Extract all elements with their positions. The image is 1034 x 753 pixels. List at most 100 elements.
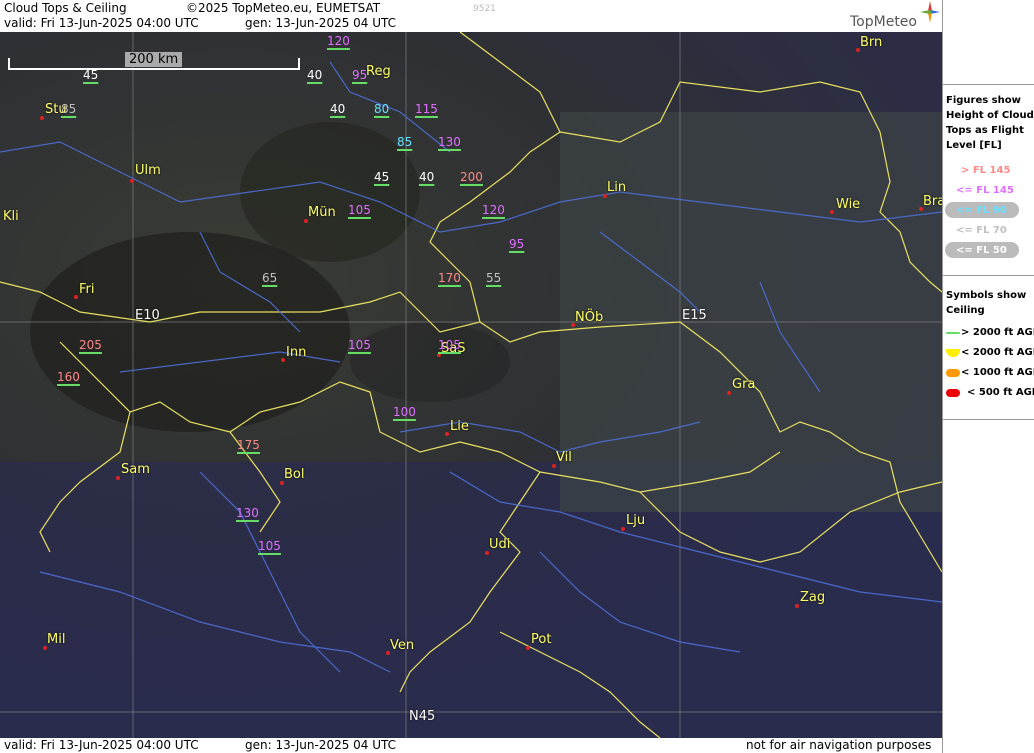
city-label: Sam [121,462,150,477]
legend-text: Level [FL] [946,140,1002,151]
city-label: Lie [450,419,469,434]
flight-level-label: 100 [393,405,416,419]
flight-level-label: 205 [79,338,102,352]
legend-symbol: < 1000 ft AGL [961,367,1034,378]
legend-level: <= FL 90 [956,205,1007,216]
city-label: NÖb [575,310,604,325]
legend-level: <= FL 50 [956,245,1007,256]
city-label: Bra [923,194,942,209]
city-label: Ven [390,638,415,653]
city-label: Inn [286,345,307,360]
topmeteo-logo: TopMeteo [850,14,917,30]
copyright: ©2025 TopMeteo.eu, EUMETSAT [186,1,381,15]
footer-gen: gen: 13-Jun-2025 04 UTC [245,738,397,752]
flight-level-label: 105 [258,539,281,553]
flight-level-label: 85 [397,135,413,149]
flight-level-label: 40 [330,102,346,116]
ceiling-symbol-icon [946,369,960,377]
grid-label-e10: E10 [135,308,160,323]
flight-level-label: 105 [348,203,371,217]
city-label: Mün [308,205,336,220]
footer: valid: Fri 13-Jun-2025 04:00 UTC gen: 13… [0,738,942,753]
legend-text: Figures show [946,95,1021,106]
flight-level-label: 105 [438,338,461,352]
grid-label-n45: N45 [409,709,436,724]
legend-symbol: > 2000 ft AGL [961,327,1034,338]
city-label: Pot [531,632,552,647]
flight-level-label: 45 [83,68,99,82]
flight-level-label: 175 [237,438,260,452]
flight-level-label: 160 [57,370,80,384]
legend-text: Symbols show [946,290,1027,301]
city-label: Gra [732,377,756,392]
flight-level-label: 115 [415,102,438,116]
flight-level-label: 105 [348,338,371,352]
flight-level-label: 65 [262,271,278,285]
city-label: Reg [366,64,391,79]
city-label: Fri [79,282,95,297]
flight-level-label: 120 [482,203,505,217]
city-label: Zag [800,590,826,605]
city-marker [130,179,134,183]
flight-level-label: 200 [460,170,483,184]
city-marker [526,646,530,650]
flight-level-label: 130 [236,506,259,520]
legend-level: > FL 145 [961,165,1011,176]
ceiling-symbol-icon [946,349,960,357]
ceiling-symbol-icon [946,389,960,397]
city-marker [830,210,834,214]
header: Cloud Tops & Ceiling ©2025 TopMeteo.eu, … [0,0,942,32]
city-marker [445,432,449,436]
map-background [0,32,942,738]
city-label: Ulm [135,163,161,178]
city-marker [795,604,799,608]
city-label: Mil [47,632,66,647]
legend-level: <= FL 145 [956,185,1014,196]
grid-label-e15: E15 [682,308,707,323]
satellite-map[interactable]: 200 km E10 E15 N45 Brn Reg Stu Ulm Kli M… [0,32,942,738]
figures-legend: Figures show Height of Cloud Tops as Fli… [943,84,1034,275]
legend-text: Tops as Flight [946,125,1024,136]
symbols-legend: Symbols show Ceiling > 2000 ft AGL < 200… [943,275,1034,420]
compass-logo-icon [920,1,940,26]
city-marker [621,527,625,531]
flight-level-label: 80 [374,102,390,116]
city-label: Wie [836,197,861,212]
flight-level-label: 40 [419,170,435,184]
city-marker [74,295,78,299]
flight-level-label: 170 [438,271,461,285]
flight-level-label: 95 [509,237,525,251]
legend-level: <= FL 70 [956,225,1007,236]
city-label: Bol [284,467,305,482]
city-label: Brn [860,35,883,50]
city-label: Lin [607,180,627,195]
valid-time: valid: Fri 13-Jun-2025 04:00 UTC [4,16,199,30]
legend-symbol: < 2000 ft AGL [961,347,1034,358]
city-label: Vil [556,450,572,465]
city-label: Udi [489,537,511,552]
flight-level-label: 95 [352,68,368,82]
ceiling-symbol-icon [946,332,960,334]
city-label: Lju [626,513,646,528]
legend-panel: Figures show Height of Cloud Tops as Fli… [942,0,1034,753]
gen-time: gen: 13-Jun-2025 04 UTC [245,16,397,30]
flight-level-label: 45 [374,170,390,184]
legend-text: Ceiling [946,305,985,316]
flight-level-label: 40 [307,68,323,82]
image-code: 9521 [473,4,496,14]
flight-level-label: 120 [327,34,350,48]
city-marker [281,358,285,362]
map-title: Cloud Tops & Ceiling [4,1,127,15]
legend-symbol: < 500 ft AGL [967,387,1034,398]
flight-level-label: 85 [61,102,77,116]
footer-valid: valid: Fri 13-Jun-2025 04:00 UTC [4,738,199,752]
disclaimer: not for air navigation purposes [746,738,932,752]
city-marker [116,476,120,480]
city-label: Kli [3,209,19,224]
flight-level-label: 55 [486,271,502,285]
city-marker [727,391,731,395]
flight-level-label: 130 [438,135,461,149]
city-marker [40,116,44,120]
scale-bar-label: 200 km [125,52,183,67]
legend-text: Height of Cloud [946,110,1034,121]
